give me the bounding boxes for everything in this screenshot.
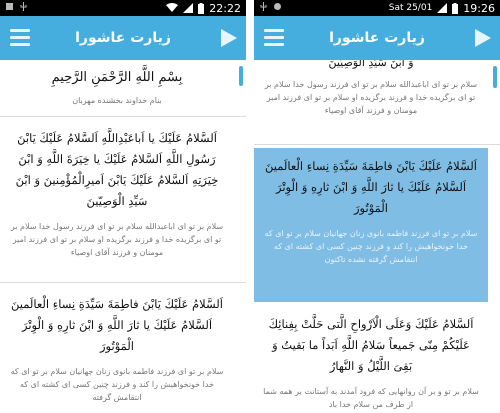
- prayer-block: اَلسَّلامُ عَلَيْكَ يَابْنَ فاطِمَةَ سَي…: [0, 294, 234, 404]
- prayer-block: بِسْمِ اللَّهِ الرَّحْمَنِ الرَّحِيمِ بن…: [0, 68, 234, 107]
- status-bar: Sat 25/01 19:26: [254, 0, 500, 16]
- app-bar: زیارت عاشورا: [0, 16, 246, 60]
- translation-text: سلام بر تو و بر آن روانهایی که فرود آمدن…: [263, 387, 479, 409]
- app-bar: زیارت عاشورا: [254, 16, 500, 60]
- translation-text: سلام بر تو ای اباعبدالله سلام بر تو ای ف…: [10, 222, 224, 257]
- signal-icon: [183, 3, 194, 13]
- prayer-block: اَلسَّلامُ عَلَيْكَ يا اَباعَبْدِاللَّهِ…: [0, 128, 234, 259]
- play-icon[interactable]: [218, 28, 238, 48]
- battery-icon: [198, 2, 205, 14]
- status-date: Sat 25/01: [388, 3, 433, 13]
- usb-icon: [260, 2, 267, 11]
- battery-icon: [452, 2, 459, 14]
- arabic-text: اَلسَّلامُ عَلَيْكَ يَابْنَ فاطِمَةَ سَي…: [11, 297, 223, 353]
- status-bar: 22:22: [0, 0, 246, 16]
- arabic-text: اَلسَّلامُ عَلَيْكَ يَابْنَ فاطِمَةَ سَي…: [265, 159, 477, 215]
- highlighted-verse[interactable]: اَلسَّلامُ عَلَيْكَ يَابْنَ فاطِمَةَ سَي…: [254, 148, 488, 302]
- arabic-text: وَ ابْنَ سَيِّدِ الْوَصِيّينَ: [328, 60, 414, 69]
- arabic-text: اَلسَّلامُ عَلَيْكَ وَعَلَى الْاَرْواحِ …: [268, 317, 474, 373]
- usb-icon: [20, 2, 27, 11]
- arabic-text: بِسْمِ اللَّهِ الرَّحْمَنِ الرَّحِيمِ: [51, 70, 183, 85]
- notification-icon: [274, 3, 281, 10]
- prayer-block: اَلسَّلامُ عَلَيْكَ يَابْنَ فاطِمَةَ سَي…: [254, 156, 488, 266]
- notification-icon: [6, 3, 13, 10]
- menu-icon[interactable]: [10, 29, 30, 47]
- right-screen: Sat 25/01 19:26 زیارت عاشورا وَ ابْنَ سَ…: [254, 0, 500, 413]
- prayer-list[interactable]: بِسْمِ اللَّهِ الرَّحْمَنِ الرَّحِيمِ بن…: [0, 60, 246, 413]
- scrollbar[interactable]: [239, 66, 243, 86]
- status-time: 22:22: [209, 1, 241, 15]
- prayer-list[interactable]: وَ ابْنَ سَيِّدِ الْوَصِيّينَ سلام بر تو…: [254, 60, 500, 413]
- status-time: 19:26: [463, 1, 495, 15]
- notification-icons: [5, 2, 28, 11]
- notification-icons: [259, 2, 282, 11]
- divider: [0, 282, 246, 283]
- app-title: زیارت عاشورا: [75, 30, 171, 46]
- divider: [254, 144, 500, 145]
- app-title: زیارت عاشورا: [329, 30, 425, 46]
- play-icon[interactable]: [472, 28, 492, 48]
- scrollbar[interactable]: [493, 66, 497, 88]
- translation-text: سلام بر تو ای فرزند فاطمه بانوی زنان جها…: [10, 367, 224, 402]
- wifi-icon: [166, 3, 179, 12]
- prayer-block: وَ ابْنَ سَيِّدِ الْوَصِيّينَ سلام بر تو…: [254, 60, 488, 117]
- translation-text: بنام خداوند بخشنده مهربان: [72, 96, 162, 105]
- menu-icon[interactable]: [264, 29, 284, 47]
- translation-text: سلام بر تو ای فرزند فاطمه بانوی زنان جها…: [264, 229, 478, 264]
- prayer-block: اَلسَّلامُ عَلَيْكَ وَعَلَى الْاَرْواحِ …: [254, 314, 488, 411]
- arabic-text: اَلسَّلامُ عَلَيْكَ يا اَباعَبْدِاللَّهِ…: [15, 131, 219, 208]
- left-screen: 22:22 زیارت عاشورا بِسْمِ اللَّهِ الرَّح…: [0, 0, 246, 413]
- signal-icon: [437, 3, 448, 13]
- divider: [0, 116, 246, 117]
- translation-text: سلام بر تو ای اباعبدالله سلام بر تو ای ف…: [264, 80, 478, 115]
